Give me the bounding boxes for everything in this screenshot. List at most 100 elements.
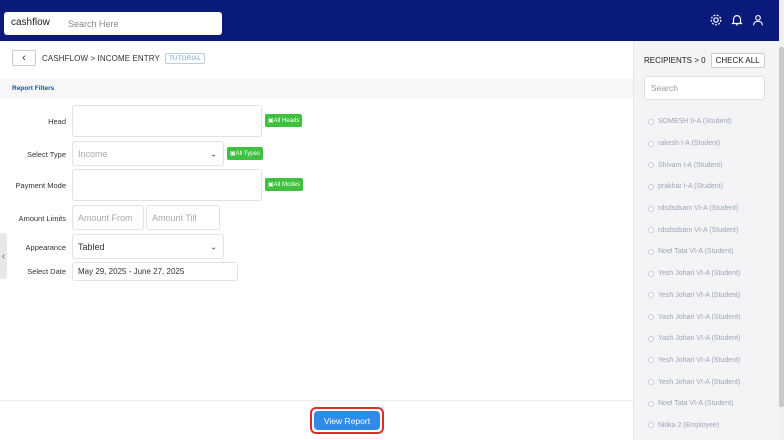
- all-heads-button[interactable]: ▣ All Heads: [265, 114, 303, 127]
- recipient-item[interactable]: Nitika 2 (Employee): [648, 415, 740, 437]
- payment-mode-label: Payment Mode: [15, 181, 66, 190]
- recipients-header: RECIPIENTS > 0 CHECK ALL: [644, 53, 765, 68]
- all-types-label: All Types: [235, 150, 260, 157]
- recipients-search-input[interactable]: Search: [644, 76, 765, 100]
- top-icons: [709, 13, 765, 27]
- report-filters-title: Report Filters: [12, 85, 55, 92]
- recipient-checkbox[interactable]: [648, 422, 654, 429]
- recipient-label: Yesh Johari VI-A (Student): [658, 378, 741, 386]
- all-heads-label: All Heads: [273, 117, 300, 124]
- sidebar-toggle[interactable]: ‹: [0, 233, 7, 279]
- check-all-button[interactable]: CHECK ALL: [710, 53, 765, 68]
- appearance-value: Tabled: [78, 241, 105, 252]
- recipient-label: rdsdsdsam VI-A (Student): [658, 205, 739, 213]
- recipient-item[interactable]: Shivam I-A (Student): [648, 154, 740, 176]
- recipient-label: Yesh Johari VI-A (Student): [658, 356, 741, 364]
- recipient-checkbox[interactable]: [648, 118, 654, 125]
- chevron-left-icon: ‹: [1, 250, 6, 262]
- chevron-down-icon: ⌄: [210, 149, 217, 158]
- recipient-checkbox[interactable]: [648, 227, 654, 234]
- scroll-thumb[interactable]: [779, 47, 784, 407]
- head-label: Head: [48, 117, 66, 126]
- date-range-input[interactable]: May 29, 2025 - June 27, 2025: [72, 262, 238, 281]
- breadcrumb: ‹ CASHFLOW > INCOME ENTRY TUTORIAL: [12, 50, 205, 66]
- recipient-checkbox[interactable]: [648, 357, 654, 364]
- recipient-item[interactable]: Yesh Johari VI-A (Student): [648, 263, 740, 285]
- recipient-label: Yesh Johari VI-A (Student): [658, 270, 741, 278]
- tutorial-badge[interactable]: TUTORIAL: [164, 52, 205, 64]
- recipient-label: Noel Tata VI-A (Student): [658, 400, 734, 408]
- select-type-label: Select Type: [26, 150, 66, 159]
- amount-from-input[interactable]: Amount From: [72, 205, 144, 230]
- top-navbar: cashflow: [0, 0, 779, 41]
- recipient-item[interactable]: Yesh Johari VI-A (Student): [648, 371, 740, 393]
- recipient-label: prakhar I-A (Student): [658, 183, 723, 191]
- amount-till-placeholder: Amount Till: [152, 212, 197, 223]
- amount-limits-label: Amount Limits: [18, 214, 66, 223]
- amount-till-input[interactable]: Amount Till: [146, 205, 220, 230]
- recipient-checkbox[interactable]: [648, 248, 654, 255]
- all-modes-button[interactable]: ▣ All Modes: [265, 178, 304, 191]
- select-type-value: Income: [78, 148, 108, 159]
- recipient-checkbox[interactable]: [648, 183, 654, 190]
- recipient-item[interactable]: rdsdsdsam VI-A (Student): [648, 219, 740, 241]
- recipient-checkbox[interactable]: [648, 335, 654, 342]
- appearance-dropdown[interactable]: Tabled ⌄: [72, 234, 224, 259]
- view-report-highlight: View Report: [310, 407, 384, 434]
- brand-label: cashflow: [11, 17, 50, 28]
- appearance-label: Appearance: [25, 243, 66, 252]
- search-input[interactable]: [68, 13, 220, 34]
- report-filters-header: Report Filters: [0, 79, 633, 99]
- payment-mode-field[interactable]: [72, 169, 262, 201]
- recipient-checkbox[interactable]: [648, 162, 654, 169]
- user-icon[interactable]: [751, 13, 765, 27]
- recipient-item[interactable]: prakhar I-A (Student): [648, 176, 740, 198]
- all-modes-label: All Modes: [273, 181, 301, 188]
- recipients-panel: RECIPIENTS > 0 CHECK ALL Search SOMESH I…: [633, 41, 779, 440]
- head-field[interactable]: [72, 105, 262, 137]
- recipient-checkbox[interactable]: [648, 400, 654, 407]
- recipient-label: Nitika 2 (Employee): [658, 421, 720, 429]
- all-types-button[interactable]: ▣ All Types: [227, 147, 263, 160]
- select-date-label: Select Date: [27, 267, 66, 276]
- brand-search-box: cashflow: [4, 12, 222, 35]
- recipient-item[interactable]: Noel Tata VI-A (Student): [648, 393, 740, 415]
- select-type-dropdown[interactable]: Income ⌄: [72, 141, 224, 166]
- footer-divider: [0, 400, 633, 401]
- recipient-item[interactable]: Yesh Johari VI-A (Student): [648, 350, 740, 372]
- recipient-item[interactable]: rakesh I-A (Student): [648, 133, 740, 155]
- recipient-checkbox[interactable]: [648, 314, 654, 321]
- recipient-item[interactable]: rdsdsdsam VI-A (Student): [648, 198, 740, 220]
- gear-icon[interactable]: [709, 13, 723, 27]
- bell-icon[interactable]: [730, 13, 744, 27]
- recipient-checkbox[interactable]: [648, 379, 654, 386]
- chevron-left-icon: ‹: [22, 52, 26, 64]
- back-button[interactable]: ‹: [12, 50, 36, 66]
- recipient-item[interactable]: Yash Johari VI-A (Student): [648, 306, 740, 328]
- recipient-checkbox[interactable]: [648, 270, 654, 277]
- recipient-label: SOMESH II-A (Student): [658, 118, 732, 126]
- recipient-label: Noel Tata VI-A (Student): [658, 248, 734, 256]
- view-report-button[interactable]: View Report: [314, 411, 380, 430]
- page-scrollbar[interactable]: [779, 6, 784, 440]
- recipient-label: Yash Johari VI-A (Student): [658, 335, 741, 343]
- date-range-value: May 29, 2025 - June 27, 2025: [78, 267, 185, 276]
- chevron-down-icon: ⌄: [210, 242, 217, 251]
- recipient-label: rdsdsdsam VI-A (Student): [658, 226, 739, 234]
- recipient-checkbox[interactable]: [648, 292, 654, 299]
- recipient-checkbox[interactable]: [648, 140, 654, 147]
- recipient-item[interactable]: SOMESH II-A (Student): [648, 111, 740, 133]
- main-content: ‹ CASHFLOW > INCOME ENTRY TUTORIAL Repor…: [0, 41, 633, 440]
- recipients-title: RECIPIENTS > 0: [644, 56, 706, 65]
- recipient-item[interactable]: Yash Johari VI-A (Student): [648, 328, 740, 350]
- recipients-search-placeholder: Search: [651, 83, 678, 93]
- recipient-checkbox[interactable]: [648, 205, 654, 212]
- recipient-label: Shivam I-A (Student): [658, 161, 723, 169]
- breadcrumb-text: CASHFLOW > INCOME ENTRY: [42, 53, 160, 63]
- recipient-label: Yesh Johari VI-A (Student): [658, 291, 741, 299]
- recipient-label: Yash Johari VI-A (Student): [658, 313, 741, 321]
- recipients-list: SOMESH II-A (Student) rakesh I-A (Student…: [648, 111, 740, 436]
- recipient-item[interactable]: Noel Tata VI-A (Student): [648, 241, 740, 263]
- amount-from-placeholder: Amount From: [78, 212, 133, 223]
- recipient-item[interactable]: Yesh Johari VI-A (Student): [648, 285, 740, 307]
